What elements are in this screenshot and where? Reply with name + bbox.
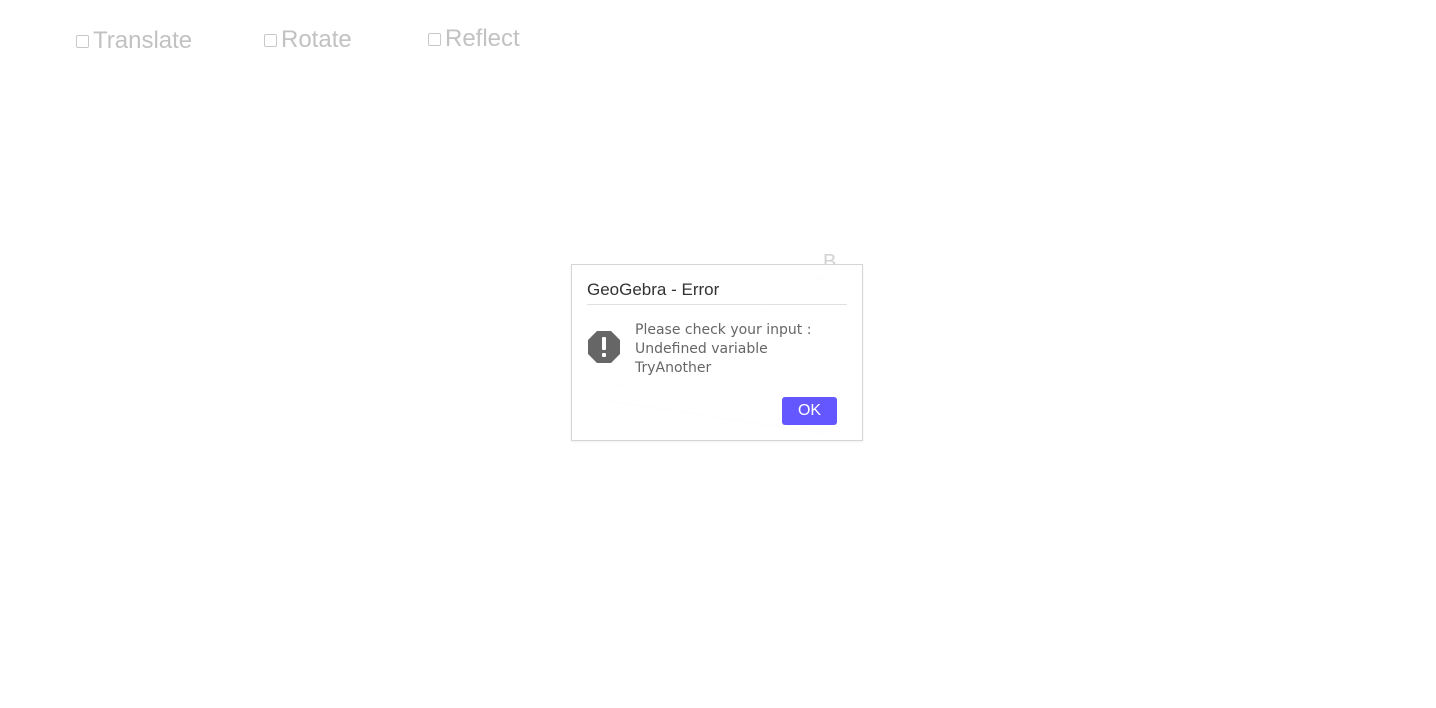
reflect-label: Reflect [445,25,520,52]
ok-button[interactable]: OK [782,397,837,425]
reflect-checkbox[interactable]: Reflect [428,25,520,53]
geogebra-applet: Translate Rotate Reflect A B GeoGebra - … [0,0,1436,708]
message-line: TryAnother [635,360,712,376]
error-dialog: GeoGebra - Error Please check your input… [571,264,863,441]
message-line: Undefined variable [635,341,768,357]
checkbox-box[interactable] [428,32,441,46]
dialog-title: GeoGebra - Error [587,280,847,305]
rotate-checkbox[interactable]: Rotate [264,26,352,54]
checkbox-box[interactable] [76,34,89,48]
dialog-message: Please check your input : Undefined vari… [635,321,855,378]
translate-label: Translate [93,27,193,54]
error-octagon-icon [588,331,620,363]
message-line: Please check your input : [635,322,812,338]
checkbox-box[interactable] [264,33,277,47]
rotate-label: Rotate [281,26,352,53]
translate-checkbox[interactable]: Translate [76,27,192,55]
